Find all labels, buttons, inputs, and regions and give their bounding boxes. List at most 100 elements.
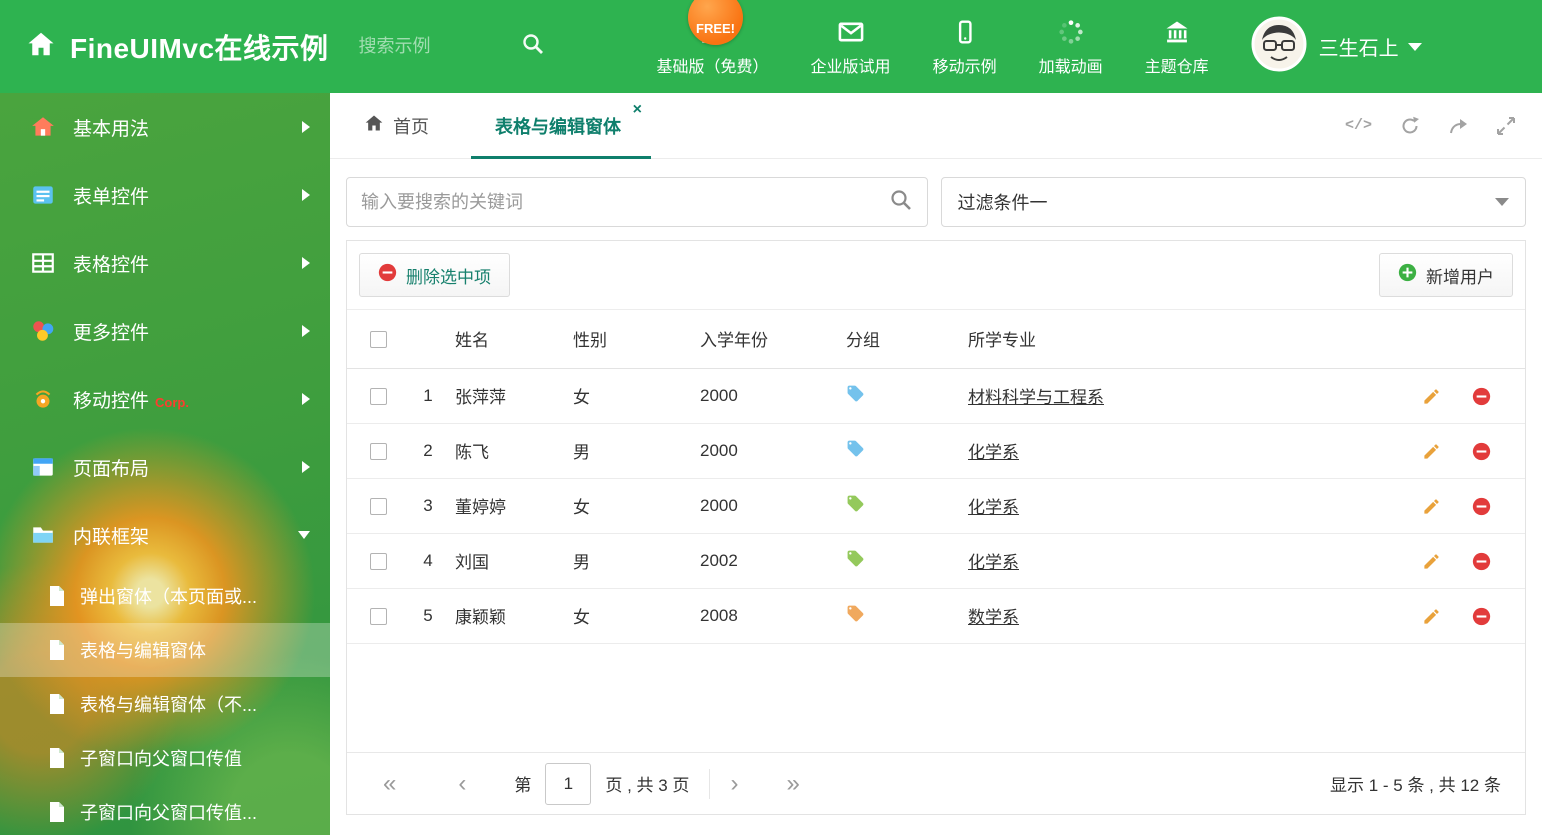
next-page-button[interactable]: › <box>730 771 738 796</box>
table-row[interactable]: 1 张萍萍 女 2000 材料科学与工程系 <box>347 368 1525 424</box>
divider <box>709 768 711 799</box>
top-header: FineUIMvc在线示例 FREE! 基础版（免费） 企业版试用 <box>0 0 1542 93</box>
filter-dropdown[interactable]: 过滤条件一 <box>940 177 1526 227</box>
delete-row-icon[interactable] <box>1472 607 1491 626</box>
user-menu[interactable]: 三生石上 <box>1251 16 1422 77</box>
layout-icon <box>28 454 58 480</box>
corp-badge: Corp. <box>155 394 189 410</box>
major-link[interactable]: 材料科学与工程系 <box>968 388 1104 407</box>
delete-row-icon[interactable] <box>1472 552 1491 571</box>
delete-row-icon[interactable] <box>1472 497 1491 516</box>
sidebar-subitem-label: 子窗口向父窗口传值... <box>80 803 258 823</box>
refresh-icon[interactable] <box>1400 116 1420 136</box>
delete-selected-button[interactable]: 删除选中项 <box>359 253 510 297</box>
cell-gender: 女 <box>565 478 692 534</box>
sidebar-item-iframe[interactable]: 内联框架 <box>0 501 330 569</box>
button-label: 删除选中项 <box>406 267 491 287</box>
chevron-down-icon <box>298 531 310 539</box>
last-page-button[interactable]: » <box>786 771 799 796</box>
chevron-right-icon <box>302 257 310 269</box>
table-row[interactable]: 3 董婷婷 女 2000 化学系 <box>347 478 1525 534</box>
sidebar-subitem-child-to-parent-2[interactable]: 子窗口向父窗口传值... <box>0 785 330 835</box>
edit-icon[interactable] <box>1422 552 1441 571</box>
sidebar: 基本用法 表单控件 表格控件 更多控件 移动控件 Corp. 页面布局 内联框架… <box>0 93 330 835</box>
search-icon[interactable] <box>889 188 913 217</box>
sidebar-subitem-label: 弹出窗体（本页面或... <box>80 587 258 607</box>
sidebar-item-page-layout[interactable]: 页面布局 <box>0 433 330 501</box>
button-label: 新增用户 <box>1426 267 1494 287</box>
grid-toolbar: 删除选中项 新增用户 <box>347 241 1525 310</box>
sidebar-item-grid-controls[interactable]: 表格控件 <box>0 229 330 297</box>
table-row[interactable]: 5 康颖颖 女 2008 数学系 <box>347 588 1525 644</box>
major-link[interactable]: 化学系 <box>968 553 1019 572</box>
table-header-row: 姓名 性别 入学年份 分组 所学专业 <box>347 310 1525 369</box>
sidebar-item-basic-usage[interactable]: 基本用法 <box>0 93 330 161</box>
major-link[interactable]: 化学系 <box>968 443 1019 462</box>
sidebar-subitem-child-to-parent[interactable]: 子窗口向父窗口传值 <box>0 731 330 785</box>
prev-page-button[interactable]: ‹ <box>458 771 466 796</box>
users-table: 姓名 性别 入学年份 分组 所学专业 1 张萍萍 女 2000 材料科学与工程系… <box>347 310 1525 644</box>
keyword-search-box <box>346 177 928 227</box>
nav-item-theme-store[interactable]: 主题仓库 <box>1145 16 1209 77</box>
tag-icon <box>846 384 865 403</box>
expand-icon[interactable] <box>1496 116 1516 136</box>
sidebar-subitem-label: 子窗口向父窗口传值 <box>80 749 242 769</box>
cell-year: 2000 <box>692 478 838 534</box>
edit-icon[interactable] <box>1422 387 1441 406</box>
nav-item-loading-animations[interactable]: 加载动画 <box>1039 16 1103 77</box>
sidebar-item-form-controls[interactable]: 表单控件 <box>0 161 330 229</box>
row-checkbox[interactable] <box>369 442 387 460</box>
sidebar-item-mobile-controls[interactable]: 移动控件 Corp. <box>0 365 330 433</box>
spinner-icon <box>1057 16 1085 48</box>
row-checkbox[interactable] <box>369 387 387 405</box>
app-window: FineUIMvc在线示例 FREE! 基础版（免费） 企业版试用 <box>0 0 1542 835</box>
major-link[interactable]: 数学系 <box>968 608 1019 627</box>
sidebar-subitem-popup-window[interactable]: 弹出窗体（本页面或... <box>0 569 330 623</box>
row-checkbox[interactable] <box>369 497 387 515</box>
edit-icon[interactable] <box>1422 497 1441 516</box>
nav-item-enterprise-trial[interactable]: 企业版试用 <box>811 16 891 77</box>
sidebar-subitem-grid-edit-window-2[interactable]: 表格与编辑窗体（不... <box>0 677 330 731</box>
cell-name: 张萍萍 <box>447 368 565 424</box>
close-icon[interactable]: × <box>633 102 642 118</box>
form-icon <box>28 182 58 208</box>
mobile-icon <box>952 16 978 48</box>
source-code-icon[interactable]: </> <box>1345 117 1372 134</box>
delete-row-icon[interactable] <box>1472 387 1491 406</box>
file-icon <box>48 640 66 660</box>
share-icon[interactable] <box>1448 116 1468 136</box>
row-checkbox[interactable] <box>369 552 387 570</box>
select-all-checkbox[interactable] <box>369 330 387 348</box>
delete-row-icon[interactable] <box>1472 442 1491 461</box>
row-checkbox[interactable] <box>369 607 387 625</box>
keyword-search-input[interactable] <box>361 191 889 213</box>
sidebar-item-more-controls[interactable]: 更多控件 <box>0 297 330 365</box>
file-icon <box>48 748 66 768</box>
table-row[interactable]: 4 刘国 男 2002 化学系 <box>347 533 1525 589</box>
folder-icon <box>28 522 58 548</box>
tab-grid-edit-window[interactable]: 表格与编辑窗体 × <box>471 93 651 159</box>
filter-dropdown-value: 过滤条件一 <box>957 193 1048 213</box>
major-link[interactable]: 化学系 <box>968 498 1019 517</box>
row-index: 1 <box>409 368 447 424</box>
header-search-input[interactable] <box>358 36 509 57</box>
add-user-button[interactable]: 新增用户 <box>1379 253 1513 297</box>
nav-item-mobile-demo[interactable]: 移动示例 <box>933 16 997 77</box>
sidebar-subitem-grid-edit-window[interactable]: 表格与编辑窗体 <box>0 623 330 677</box>
edit-icon[interactable] <box>1422 442 1441 461</box>
edit-icon[interactable] <box>1422 607 1441 626</box>
cell-gender: 女 <box>565 588 692 644</box>
search-icon[interactable] <box>521 32 545 61</box>
brand[interactable]: FineUIMvc在线示例 <box>26 27 329 67</box>
cell-gender: 男 <box>565 423 692 479</box>
tab-home[interactable]: 首页 <box>364 93 429 158</box>
page-number-input[interactable] <box>545 762 592 805</box>
col-gender: 性别 <box>565 310 692 369</box>
home-icon <box>26 29 56 64</box>
table-row[interactable]: 2 陈飞 男 2000 化学系 <box>347 423 1525 479</box>
tag-icon <box>846 494 865 513</box>
first-page-button[interactable]: « <box>383 771 396 796</box>
sidebar-subitem-label: 表格与编辑窗体（不... <box>80 695 258 715</box>
main-area: 首页 表格与编辑窗体 × </> 输入要搜索的关键词 过滤条件一 删除选中项 新… <box>330 93 1542 835</box>
cell-year: 2002 <box>692 533 838 589</box>
